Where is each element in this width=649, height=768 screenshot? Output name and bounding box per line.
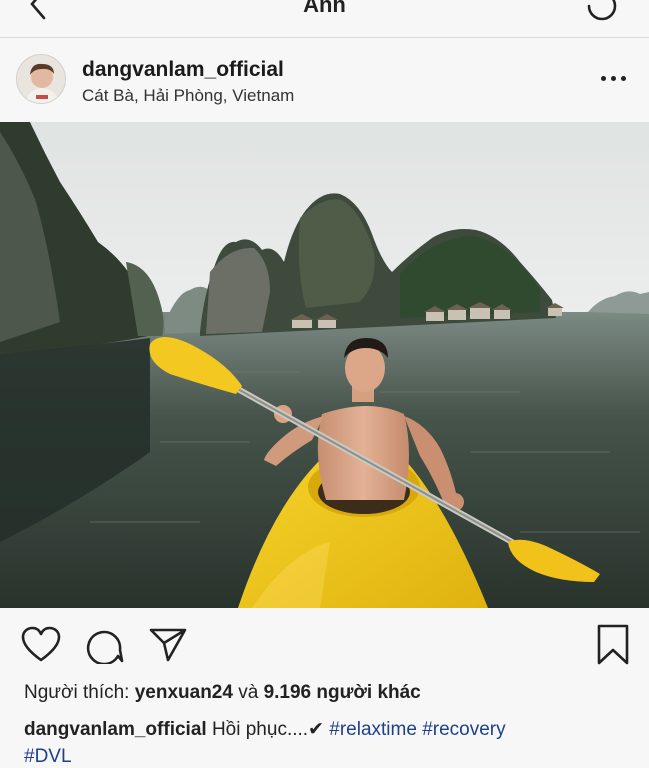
page-title: Ảnh: [303, 0, 346, 17]
post-caption: dangvanlam_official Hồi phục....✔ #relax…: [24, 716, 624, 768]
comment-icon[interactable]: [86, 626, 124, 664]
heart-icon[interactable]: [21, 626, 61, 664]
likes-summary: Người thích: yenxuan24 và 9.196 người kh…: [24, 682, 421, 704]
post-header: dangvanlam_official Cát Bà, Hải Phòng, V…: [0, 38, 649, 122]
bookmark-icon[interactable]: [596, 624, 630, 666]
hashtag-relaxtime[interactable]: #relaxtime: [329, 719, 417, 740]
post-username[interactable]: dangvanlam_official: [82, 58, 284, 82]
caption-username[interactable]: dangvanlam_official: [24, 719, 207, 740]
post-photo[interactable]: [0, 122, 649, 608]
avatar[interactable]: [16, 54, 66, 104]
likes-others[interactable]: 9.196 người khác: [264, 682, 421, 703]
photo-scene: [0, 122, 649, 608]
post-location[interactable]: Cát Bà, Hải Phòng, Vietnam: [82, 86, 294, 106]
refresh-icon[interactable]: [581, 0, 623, 26]
hashtag-dvl[interactable]: #DVL: [24, 746, 72, 767]
likes-prefix: Người thích:: [24, 682, 135, 703]
share-icon[interactable]: [148, 626, 188, 664]
liker-username[interactable]: yenxuan24: [135, 682, 233, 703]
likes-joiner: và: [232, 682, 264, 703]
top-nav-bar: Ảnh: [0, 0, 649, 38]
caption-text: Hồi phục....✔: [206, 719, 330, 740]
post-footer: Người thích: yenxuan24 và 9.196 người kh…: [0, 608, 649, 768]
more-icon[interactable]: [599, 68, 629, 88]
hashtag-recovery[interactable]: #recovery: [417, 719, 505, 740]
